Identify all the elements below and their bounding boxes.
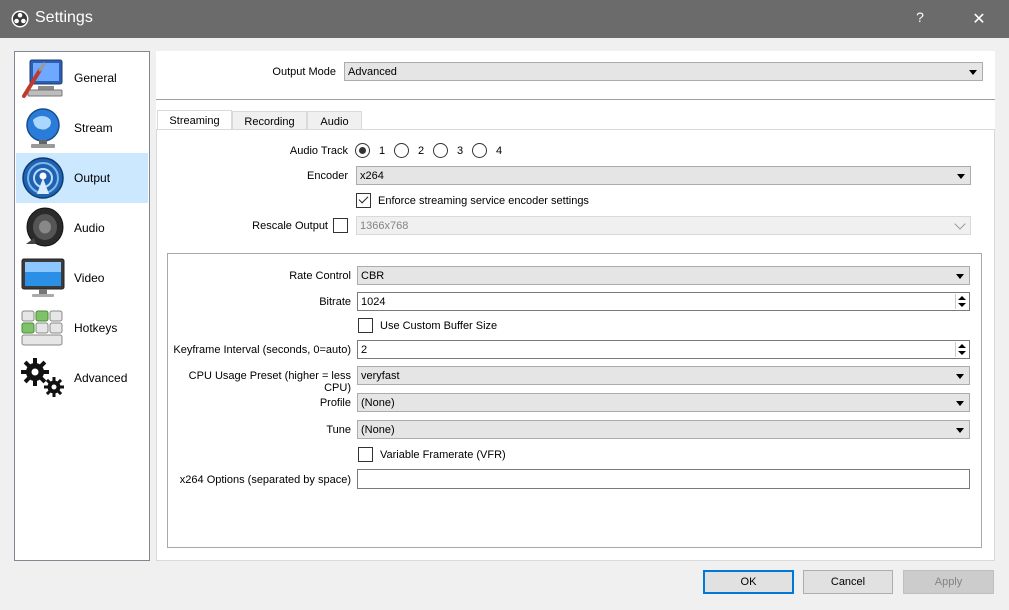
chevron-down-icon — [956, 274, 964, 279]
streaming-tab-panel: Audio Track 1 2 3 4 Encoder x264 Enforce… — [156, 129, 995, 561]
spin-down-icon[interactable] — [958, 303, 966, 307]
chevron-down-icon — [956, 401, 964, 406]
vfr-label: Variable Framerate (VFR) — [380, 449, 506, 461]
encoder-settings-group: Rate Control CBR Bitrate 1024 Use Custom… — [167, 253, 982, 548]
audio-track-radio-2[interactable] — [394, 143, 409, 158]
sidebar-item-general[interactable]: General — [16, 53, 148, 103]
rescale-output-checkbox[interactable] — [333, 218, 348, 233]
chevron-down-icon — [969, 70, 977, 75]
profile-select[interactable]: (None) — [357, 393, 970, 412]
cancel-button[interactable]: Cancel — [803, 570, 893, 594]
encoder-label: Encoder — [307, 170, 348, 182]
audio-track-radio-4[interactable] — [472, 143, 487, 158]
output-icon — [22, 157, 64, 199]
custom-buffer-checkbox[interactable] — [358, 318, 373, 333]
spin-buttons[interactable] — [955, 342, 968, 357]
hotkeys-icon — [21, 310, 63, 346]
rescale-resolution-select: 1366x768 — [356, 216, 971, 235]
profile-label: Profile — [319, 397, 351, 409]
output-mode-select[interactable]: Advanced — [344, 62, 983, 81]
ok-button[interactable]: OK — [703, 570, 794, 594]
sidebar-item-audio[interactable]: Audio — [16, 203, 148, 253]
sidebar-item-advanced[interactable]: Advanced — [16, 353, 148, 403]
help-button[interactable]: ? — [912, 9, 928, 29]
cpu-preset-select[interactable]: veryfast — [357, 366, 970, 385]
sidebar-item-hotkeys[interactable]: Hotkeys — [16, 303, 148, 353]
bitrate-label: Bitrate — [319, 296, 351, 308]
audio-track-option-label: 1 — [379, 145, 386, 157]
audio-track-option-label: 4 — [496, 145, 503, 157]
advanced-icon — [21, 358, 64, 397]
sidebar-item-output[interactable]: Output — [16, 153, 148, 203]
window-title: Settings — [35, 9, 93, 26]
output-mode-value: Advanced — [348, 66, 397, 78]
x264-options-input[interactable] — [357, 469, 970, 489]
rate-control-label: Rate Control — [289, 270, 351, 282]
chevron-down-icon — [956, 374, 964, 379]
audio-track-option-label: 2 — [418, 145, 425, 157]
audio-track-radio-3[interactable] — [433, 143, 448, 158]
chevron-down-icon — [954, 218, 966, 230]
divider — [156, 99, 995, 100]
rescale-resolution-value: 1366x768 — [360, 220, 409, 232]
audio-track-radio-1[interactable] — [355, 143, 370, 158]
bitrate-value: 1024 — [361, 296, 386, 308]
sidebar-item-label: General — [74, 71, 117, 85]
rate-control-value: CBR — [361, 270, 385, 282]
close-button[interactable]: ✕ — [969, 9, 989, 29]
title-bar: Settings ? ✕ — [0, 0, 1009, 38]
tune-value: (None) — [361, 424, 395, 436]
sidebar-item-label: Output — [74, 171, 111, 185]
rate-control-select[interactable]: CBR — [357, 266, 970, 285]
keyframe-interval-label: Keyframe Interval (seconds, 0=auto) — [173, 344, 351, 356]
sidebar-item-stream[interactable]: Stream — [16, 103, 148, 153]
audio-icon — [26, 207, 64, 247]
profile-value: (None) — [361, 397, 395, 409]
video-icon — [21, 258, 65, 297]
x264-options-label: x264 Options (separated by space) — [179, 474, 351, 486]
sidebar-item-label: Stream — [74, 121, 113, 135]
output-settings-panel: Output Mode Advanced Streaming Recording… — [156, 51, 995, 561]
tune-label: Tune — [326, 424, 351, 436]
spin-up-icon[interactable] — [958, 296, 966, 300]
audio-track-option-label: 3 — [457, 145, 464, 157]
enforce-encoder-label: Enforce streaming service encoder settin… — [378, 195, 589, 207]
sidebar-item-video[interactable]: Video — [16, 253, 148, 303]
sidebar-item-label: Advanced — [74, 371, 128, 385]
spin-buttons[interactable] — [955, 294, 968, 309]
tune-select[interactable]: (None) — [357, 420, 970, 439]
settings-sidebar: General Stream Output Audio Video Hotkey… — [14, 51, 150, 561]
cpu-preset-label: CPU Usage Preset (higher = less CPU) — [188, 370, 351, 394]
obs-logo-icon — [11, 10, 29, 28]
encoder-value: x264 — [360, 170, 384, 182]
enforce-encoder-checkbox[interactable] — [356, 193, 371, 208]
encoder-select[interactable]: x264 — [356, 166, 971, 185]
cpu-preset-value: veryfast — [361, 370, 400, 382]
sidebar-item-label: Audio — [74, 221, 105, 235]
keyframe-interval-value: 2 — [361, 344, 368, 356]
general-icon — [22, 59, 63, 98]
audio-track-label: Audio Track — [289, 145, 348, 157]
stream-icon — [26, 108, 60, 148]
custom-buffer-label: Use Custom Buffer Size — [380, 320, 498, 332]
chevron-down-icon — [956, 428, 964, 433]
sidebar-item-label: Video — [74, 271, 105, 285]
rescale-output-label: Rescale Output — [252, 220, 328, 232]
spin-up-icon[interactable] — [958, 344, 966, 348]
bitrate-spinbox[interactable]: 1024 — [357, 292, 970, 311]
chevron-down-icon — [957, 174, 965, 179]
output-mode-label: Output Mode — [272, 66, 336, 78]
sidebar-item-label: Hotkeys — [74, 321, 118, 335]
apply-button[interactable]: Apply — [903, 570, 994, 594]
keyframe-interval-spinbox[interactable]: 2 — [357, 340, 970, 359]
spin-down-icon[interactable] — [958, 351, 966, 355]
vfr-checkbox[interactable] — [358, 447, 373, 462]
